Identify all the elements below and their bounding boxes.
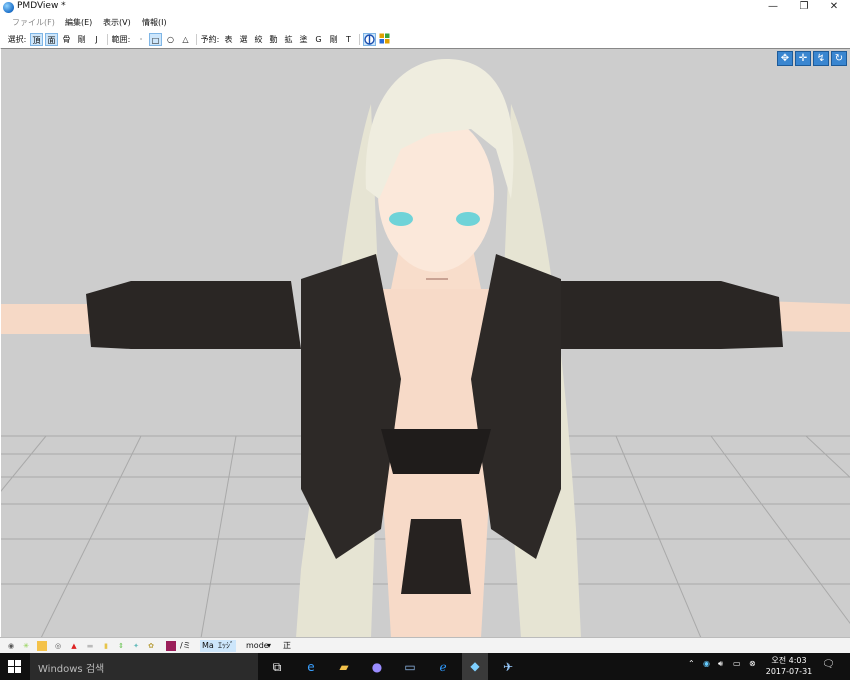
display-move-button[interactable]: 動 [267, 33, 280, 46]
taskbar-search-box[interactable]: Windows 검색 [30, 653, 258, 680]
bottom-toolbar: ◉ ✳ ◎ ▲ ▬ ▮ ⇕ ✦ ✿ /ミ Ma ｴｯｼﾞ mode ▾ 正 [0, 637, 850, 654]
app-sphere-icon[interactable]: ● [366, 657, 388, 677]
windows-taskbar: Windows 검색 ⧉ e ▰ ● ▭ ℯ ◆ ✈ ⌃ ◉ 🔊︎ ▭ ⊗ 오전… [0, 653, 850, 680]
select-face-toggle[interactable]: 面 [45, 33, 58, 46]
network-icon[interactable]: ▭ [733, 659, 741, 668]
tray-chevron-up-icon[interactable]: ⌃ [688, 659, 695, 668]
range-circle-button[interactable]: ○ [164, 33, 177, 46]
model-render [1, 59, 850, 638]
zoom-icon[interactable]: ↯ [813, 51, 829, 66]
restore-button[interactable]: ❐ [788, 0, 820, 15]
taskbar-clock[interactable]: 오전 4:03 2017-07-31 [764, 655, 814, 677]
display-filter-button[interactable]: 絞 [252, 33, 265, 46]
star-icon[interactable]: ✿ [146, 641, 156, 651]
axis-toggle-icon[interactable] [363, 33, 376, 46]
minimize-button[interactable]: — [757, 0, 789, 15]
menu-info[interactable]: 情報(I) [142, 17, 167, 28]
edge-toggle[interactable]: ｴｯｼﾞ [216, 640, 236, 652]
display-label: 予約: [200, 35, 220, 44]
display-show-button[interactable]: 表 [222, 33, 235, 46]
triangle-icon[interactable]: ▲ [69, 641, 79, 651]
light-icon[interactable]: ✳ [21, 641, 31, 651]
bar-icon[interactable]: ▮ [101, 641, 111, 651]
color-swatch-icon[interactable] [37, 641, 47, 651]
display-scale-button[interactable]: 拡 [282, 33, 295, 46]
select-bone-toggle[interactable]: 骨 [60, 33, 73, 46]
range-label: 範囲: [111, 35, 131, 44]
clock-time: 오전 4:03 [771, 656, 807, 665]
display-select-button[interactable]: 選 [237, 33, 250, 46]
range-rect-button[interactable]: □ [149, 33, 162, 46]
search-placeholder: Windows 검색 [38, 664, 105, 675]
file-explorer-icon[interactable]: ▰ [333, 657, 355, 677]
3d-viewport[interactable]: ✥ ✛ ↯ ↻ [1, 48, 850, 638]
title-bar: PMDView * — ❐ ✕ [0, 0, 850, 15]
select-vertex-toggle[interactable]: 頂 [30, 33, 43, 46]
close-button[interactable]: ✕ [818, 0, 850, 15]
menu-bar: ファイル(F) 編集(E) 表示(V) 情報(I) [0, 16, 850, 30]
bottom-text-ma[interactable]: Ma [200, 640, 216, 652]
move-cross-icon[interactable]: ✥ [777, 51, 793, 66]
window-app-icon[interactable]: ▭ [399, 657, 421, 677]
task-view-icon[interactable]: ⧉ [266, 657, 288, 677]
toolbar-divider [107, 34, 108, 45]
volume-icon[interactable]: 🔊︎ [718, 659, 723, 669]
windows-start-icon[interactable] [8, 660, 22, 673]
internet-explorer-icon[interactable]: ℯ [432, 657, 454, 677]
mode-dropdown[interactable]: mode [246, 640, 269, 652]
point-icon[interactable]: ◉ [6, 641, 16, 651]
tray-app-icon[interactable]: ◉ [703, 659, 710, 668]
satellite-app-icon[interactable]: ✈ [497, 657, 519, 677]
grid-view-icon[interactable] [378, 33, 391, 46]
chevron-down-icon[interactable]: ▾ [267, 640, 271, 652]
clock-date: 2017-07-31 [765, 667, 813, 676]
display-group-button[interactable]: G [312, 33, 325, 46]
material-color-icon[interactable] [166, 641, 176, 651]
rotate-icon[interactable]: ↻ [831, 51, 847, 66]
bottom-text-mi[interactable]: /ミ [180, 640, 191, 652]
target-icon[interactable]: ◎ [53, 641, 63, 651]
pmdview-taskbar-icon[interactable]: ◆ [462, 653, 488, 680]
pmdview-app-icon [3, 2, 14, 13]
range-point-button[interactable]: · [135, 33, 147, 46]
display-rigid-button[interactable]: 剛 [327, 33, 340, 46]
bottom-text-sei[interactable]: 正 [283, 640, 291, 652]
menu-view[interactable]: 表示(V) [103, 17, 131, 28]
status-icon[interactable]: ⊗ [749, 659, 756, 668]
group-icon[interactable]: ✦ [131, 641, 141, 651]
display-paint-button[interactable]: 塗 [297, 33, 310, 46]
window-title: PMDView * [17, 1, 66, 11]
notification-icon[interactable]: 🗨︎ [822, 659, 835, 670]
edge-browser-icon[interactable]: e [300, 657, 322, 677]
menu-file[interactable]: ファイル(F) [12, 17, 55, 28]
select-joint-toggle[interactable]: J [90, 33, 103, 46]
arrows-icon[interactable]: ⇕ [116, 641, 126, 651]
display-text-button[interactable]: T [342, 33, 355, 46]
toolbar-divider [196, 34, 197, 45]
range-triangle-button[interactable]: △ [179, 33, 192, 46]
menu-edit[interactable]: 編集(E) [65, 17, 92, 28]
toolbar-divider [359, 34, 360, 45]
move-arrows-icon[interactable]: ✛ [795, 51, 811, 66]
toolbar: 選択: 頂 面 骨 剛 J 範囲: · □ ○ △ 予約: 表 選 絞 動 拡 … [0, 31, 850, 49]
line-icon[interactable]: ▬ [85, 641, 95, 651]
select-rigid-toggle[interactable]: 剛 [75, 33, 88, 46]
select-label: 選択: [7, 35, 27, 44]
